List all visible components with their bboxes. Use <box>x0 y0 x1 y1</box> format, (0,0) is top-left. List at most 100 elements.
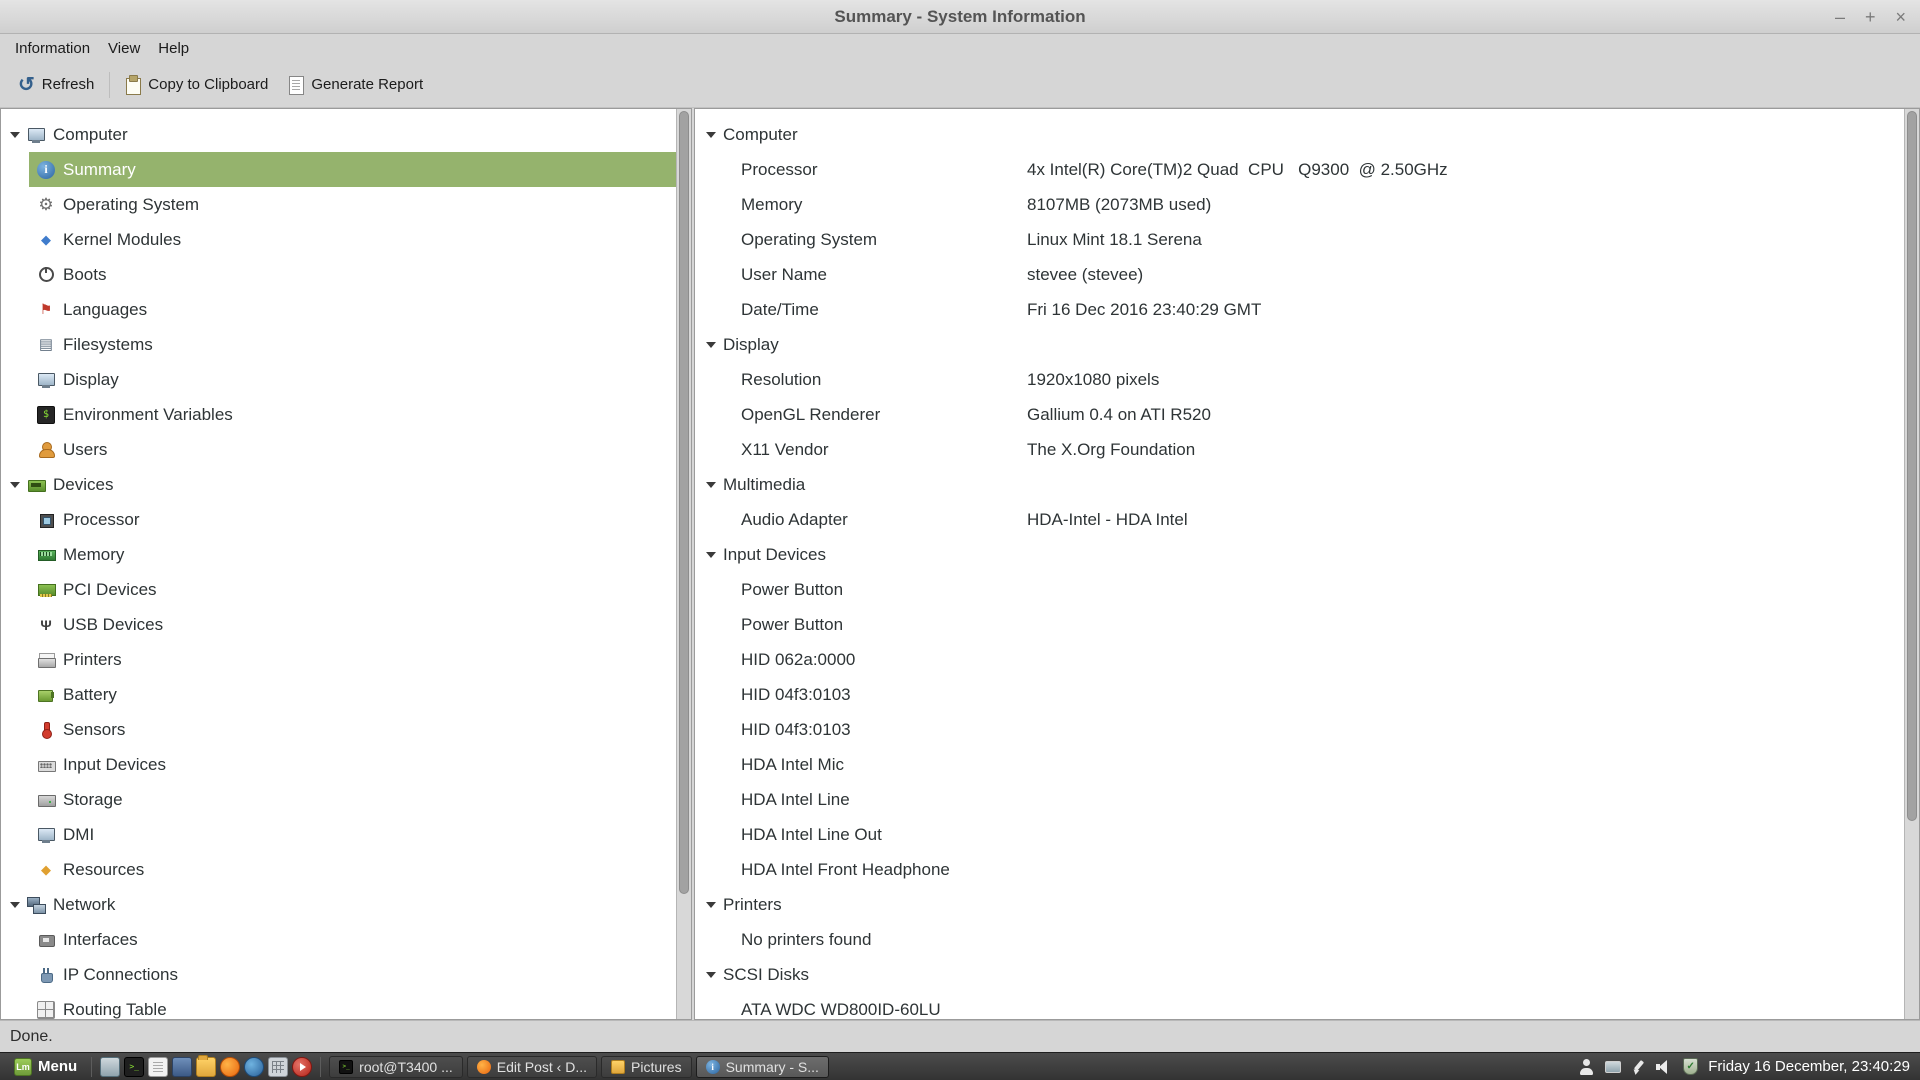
menu-information[interactable]: Information <box>6 37 99 60</box>
tree-item-languages[interactable]: Languages <box>29 292 676 327</box>
updates-shield-icon[interactable] <box>1683 1058 1698 1075</box>
file-manager-launcher-icon[interactable] <box>196 1057 216 1077</box>
generate-report-button[interactable]: Generate Report <box>278 68 433 101</box>
tree-item-display[interactable]: Display <box>29 362 676 397</box>
minimize-button[interactable]: – <box>1835 8 1845 26</box>
tree-item-operating-system[interactable]: Operating System <box>29 187 676 222</box>
tree-item-ip-connections[interactable]: IP Connections <box>29 957 676 992</box>
maximize-button[interactable]: + <box>1865 8 1876 26</box>
info-row-hid-062a[interactable]: HID 062a:0000 <box>695 642 1904 677</box>
info-row-opengl-renderer[interactable]: OpenGL Renderer Gallium 0.4 on ATI R520 <box>695 397 1904 432</box>
tree-item-pci-devices[interactable]: PCI Devices <box>29 572 676 607</box>
info-scrollbar[interactable] <box>1904 109 1919 1019</box>
tree-item-resources[interactable]: Resources <box>29 852 676 887</box>
tree-item-users[interactable]: Users <box>29 432 676 467</box>
tree-item-boots[interactable]: Boots <box>29 257 676 292</box>
tree-item-label: Printers <box>63 650 122 670</box>
tree-group-label: Computer <box>53 125 128 145</box>
tree-group-devices[interactable]: Devices <box>1 467 676 502</box>
menu-button[interactable]: Lm Menu <box>6 1053 85 1080</box>
tree-item-label: Processor <box>63 510 140 530</box>
media-player-launcher-icon[interactable] <box>292 1057 312 1077</box>
info-section-scsi-disks[interactable]: SCSI Disks <box>695 957 1904 992</box>
info-row-hda-intel-mic[interactable]: HDA Intel Mic <box>695 747 1904 782</box>
tree-item-interfaces[interactable]: Interfaces <box>29 922 676 957</box>
tree-item-processor[interactable]: Processor <box>29 502 676 537</box>
expander-icon[interactable] <box>703 132 719 138</box>
taskbar-window-edit-post[interactable]: Edit Post ‹ D... <box>467 1056 597 1078</box>
info-scrollbar-thumb[interactable] <box>1907 111 1917 821</box>
info-row-hda-intel-line-out[interactable]: HDA Intel Line Out <box>695 817 1904 852</box>
taskbar-window-pictures[interactable]: Pictures <box>601 1056 692 1078</box>
info-row-x11-vendor[interactable]: X11 Vendor The X.Org Foundation <box>695 432 1904 467</box>
users-icon <box>37 441 55 459</box>
copy-to-clipboard-button[interactable]: Copy to Clipboard <box>115 68 278 101</box>
info-row-hid-04f3-1[interactable]: HID 04f3:0103 <box>695 677 1904 712</box>
tree-item-filesystems[interactable]: Filesystems <box>29 327 676 362</box>
info-row-power-button-2[interactable]: Power Button <box>695 607 1904 642</box>
user-icon[interactable] <box>1579 1059 1595 1075</box>
web-browser-launcher-icon[interactable] <box>244 1057 264 1077</box>
input-pen-icon[interactable] <box>1631 1059 1645 1075</box>
screenshot-launcher-icon[interactable] <box>172 1057 192 1077</box>
tree-item-summary[interactable]: Summary <box>29 152 676 187</box>
terminal-launcher-icon[interactable] <box>124 1057 144 1077</box>
firefox-launcher-icon[interactable] <box>220 1057 240 1077</box>
info-row-hda-intel-front-headphone[interactable]: HDA Intel Front Headphone <box>695 852 1904 887</box>
taskbar-window-terminal[interactable]: root@T3400 ... <box>329 1056 463 1078</box>
expander-icon[interactable] <box>7 132 23 138</box>
expander-icon[interactable] <box>7 902 23 908</box>
tree-item-usb-devices[interactable]: USB Devices <box>29 607 676 642</box>
tree-item-input-devices[interactable]: Input Devices <box>29 747 676 782</box>
info-key: X11 Vendor <box>741 440 1027 460</box>
info-row-power-button-1[interactable]: Power Button <box>695 572 1904 607</box>
expander-icon[interactable] <box>703 552 719 558</box>
info-row-ata-wdc[interactable]: ATA WDC WD800ID-60LU <box>695 992 1904 1019</box>
tree-group-network[interactable]: Network <box>1 887 676 922</box>
expander-icon[interactable] <box>703 342 719 348</box>
info-section-input-devices[interactable]: Input Devices <box>695 537 1904 572</box>
info-row-date-time[interactable]: Date/Time Fri 16 Dec 2016 23:40:29 GMT <box>695 292 1904 327</box>
info-row-no-printers[interactable]: No printers found <box>695 922 1904 957</box>
tree-scrollbar[interactable] <box>676 109 691 1019</box>
info-row-hda-intel-line[interactable]: HDA Intel Line <box>695 782 1904 817</box>
tree-item-routing-table[interactable]: Routing Table <box>29 992 676 1019</box>
screen-icon[interactable] <box>1605 1061 1621 1073</box>
tree-item-storage[interactable]: Storage <box>29 782 676 817</box>
tree-item-sensors[interactable]: Sensors <box>29 712 676 747</box>
taskbar-window-summary[interactable]: Summary - S... <box>696 1056 829 1078</box>
info-section-display[interactable]: Display <box>695 327 1904 362</box>
tree-scrollbar-thumb[interactable] <box>679 111 689 894</box>
volume-icon[interactable] <box>1655 1059 1673 1075</box>
info-row-processor[interactable]: Processor 4x Intel(R) Core(TM)2 Quad CPU… <box>695 152 1904 187</box>
info-row-audio-adapter[interactable]: Audio Adapter HDA-Intel - HDA Intel <box>695 502 1904 537</box>
tree-group-computer[interactable]: Computer <box>1 117 676 152</box>
tree-item-environment-variables[interactable]: Environment Variables <box>29 397 676 432</box>
info-row-hid-04f3-2[interactable]: HID 04f3:0103 <box>695 712 1904 747</box>
tree-item-dmi[interactable]: DMI <box>29 817 676 852</box>
refresh-button[interactable]: Refresh <box>8 68 104 102</box>
expander-icon[interactable] <box>703 972 719 978</box>
info-section-printers[interactable]: Printers <box>695 887 1904 922</box>
info-row-resolution[interactable]: Resolution 1920x1080 pixels <box>695 362 1904 397</box>
tree-item-kernel-modules[interactable]: Kernel Modules <box>29 222 676 257</box>
info-row-user-name[interactable]: User Name stevee (stevee) <box>695 257 1904 292</box>
expander-icon[interactable] <box>703 902 719 908</box>
close-button[interactable]: × <box>1895 8 1906 26</box>
info-section-multimedia[interactable]: Multimedia <box>695 467 1904 502</box>
tree-item-battery[interactable]: Battery <box>29 677 676 712</box>
calculator-launcher-icon[interactable] <box>268 1057 288 1077</box>
show-desktop-icon[interactable] <box>100 1057 120 1077</box>
info-row-memory[interactable]: Memory 8107MB (2073MB used) <box>695 187 1904 222</box>
section-title: Computer <box>723 125 798 145</box>
text-editor-launcher-icon[interactable] <box>148 1057 168 1077</box>
menu-view[interactable]: View <box>99 37 149 60</box>
expander-icon[interactable] <box>7 482 23 488</box>
info-section-computer[interactable]: Computer <box>695 117 1904 152</box>
expander-icon[interactable] <box>703 482 719 488</box>
taskbar-clock[interactable]: Friday 16 December, 23:40:29 <box>1708 1058 1910 1075</box>
tree-item-printers[interactable]: Printers <box>29 642 676 677</box>
tree-item-memory[interactable]: Memory <box>29 537 676 572</box>
info-row-operating-system[interactable]: Operating System Linux Mint 18.1 Serena <box>695 222 1904 257</box>
menu-help[interactable]: Help <box>149 37 198 60</box>
